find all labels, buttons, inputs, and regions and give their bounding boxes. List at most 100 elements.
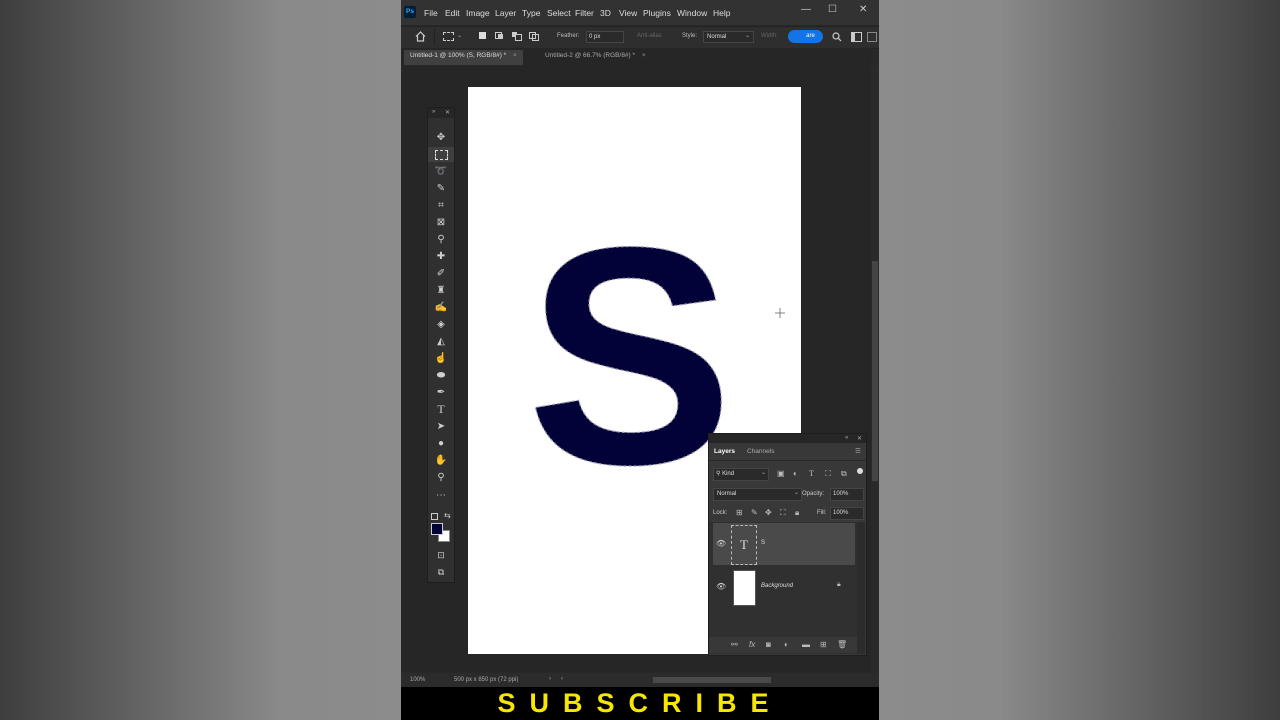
menu-plugins[interactable]: Plugins: [643, 8, 671, 18]
filter-smart-object-icon[interactable]: ⧉: [841, 469, 847, 479]
rect-marquee-icon[interactable]: [428, 147, 454, 162]
frame-icon[interactable]: ⊠: [428, 215, 454, 230]
share-icon[interactable]: [867, 32, 877, 42]
anti-alias-checkbox-label[interactable]: Anti-alias: [637, 33, 662, 39]
chevron-left-icon[interactable]: ‹: [561, 676, 563, 682]
chevron-right-icon[interactable]: ›: [549, 676, 551, 682]
scrollbar-thumb[interactable]: [872, 261, 878, 481]
crop-icon[interactable]: ⌗: [428, 198, 454, 213]
tab-untitled-1[interactable]: Untitled-1 @ 100% (S, RGB/8#) * ×: [404, 50, 523, 65]
move-icon[interactable]: ✥: [428, 130, 454, 145]
menu-layer[interactable]: Layer: [495, 8, 516, 18]
lock-image-icon[interactable]: ✎: [751, 508, 758, 517]
panel-close-icon[interactable]: ✕: [445, 109, 450, 116]
lock-position-icon[interactable]: ✥: [765, 508, 772, 517]
menu-filter[interactable]: Filter: [575, 8, 594, 18]
filter-toggle[interactable]: [857, 468, 863, 474]
layers-scrollbar[interactable]: [857, 522, 865, 654]
minimize-button[interactable]: —: [801, 4, 811, 15]
maximize-button[interactable]: ☐: [828, 4, 837, 15]
menu-image[interactable]: Image: [466, 8, 490, 18]
clone-stamp-icon[interactable]: ♜: [428, 283, 454, 298]
blend-mode-select[interactable]: Normal ⌄: [713, 488, 802, 501]
screen-mode-icon[interactable]: ⧉: [428, 565, 454, 580]
opacity-input[interactable]: 100%: [830, 488, 864, 501]
collapse-icon[interactable]: »: [432, 109, 435, 115]
fx-icon[interactable]: fx: [749, 640, 755, 649]
subtract-selection-icon[interactable]: [512, 32, 522, 41]
path-select-icon[interactable]: ➤: [428, 419, 454, 434]
new-selection-icon[interactable]: [479, 32, 486, 39]
filter-shape-icon[interactable]: ⛶: [825, 469, 831, 479]
horizontal-scrollbar-thumb[interactable]: [653, 677, 771, 683]
tab-close-icon[interactable]: ×: [642, 52, 646, 59]
smudge-icon[interactable]: ☝: [428, 351, 454, 366]
workspace-icon[interactable]: [851, 32, 862, 42]
tab-layers[interactable]: Layers: [714, 448, 735, 455]
eye-icon[interactable]: 👁︎: [716, 582, 726, 591]
layer-row-s[interactable]: 👁︎ T S: [713, 523, 855, 565]
tool-preset-picker[interactable]: ⌄: [434, 29, 462, 44]
trash-icon[interactable]: 🗑︎: [837, 640, 847, 649]
menu-type[interactable]: Type: [522, 8, 540, 18]
letter-s-text[interactable]: S: [526, 181, 734, 529]
foreground-color-swatch[interactable]: [431, 523, 443, 535]
healing-brush-icon[interactable]: ✚: [428, 249, 454, 264]
close-button[interactable]: ✕: [859, 4, 867, 15]
menu-3d[interactable]: 3D: [600, 8, 611, 18]
eyedropper-icon[interactable]: ⚲: [428, 232, 454, 247]
lasso-icon[interactable]: ➰: [428, 164, 454, 179]
lock-transparent-icon[interactable]: ⊞: [736, 508, 743, 517]
filter-kind-select[interactable]: ⚲ Kind ⌄: [713, 468, 769, 481]
dodge-icon[interactable]: ⬬: [428, 368, 454, 383]
tab-channels[interactable]: Channels: [747, 448, 774, 455]
zoom-icon[interactable]: ⚲: [428, 470, 454, 485]
layer-name[interactable]: Background: [761, 583, 793, 589]
more-tools-icon[interactable]: ⋯: [428, 488, 454, 503]
filter-pixel-icon[interactable]: ▣: [777, 469, 785, 478]
fill-input[interactable]: 100%: [830, 507, 864, 520]
menu-window[interactable]: Window: [677, 8, 707, 18]
zoom-level[interactable]: 100%: [410, 677, 425, 683]
add-selection-icon[interactable]: [495, 32, 504, 40]
home-icon[interactable]: [415, 31, 426, 42]
collapse-icon[interactable]: «: [845, 435, 848, 441]
ellipse-icon[interactable]: ●: [428, 436, 454, 451]
default-colors-icon[interactable]: [431, 513, 438, 520]
eraser-icon[interactable]: ◈: [428, 317, 454, 332]
filter-adjustment-icon[interactable]: ◐: [793, 469, 798, 478]
swap-colors-icon[interactable]: ⇆: [444, 511, 451, 520]
pen-icon[interactable]: ✒: [428, 385, 454, 400]
search-icon[interactable]: [832, 32, 842, 42]
select-and-mask-button[interactable]: are: [788, 30, 823, 43]
add-mask-icon[interactable]: ◙: [766, 640, 771, 649]
layer-row-background[interactable]: 👁︎ Background 🔒︎: [713, 566, 855, 608]
intersect-selection-icon[interactable]: [529, 32, 539, 41]
brush-icon[interactable]: ✐: [428, 266, 454, 281]
document-info[interactable]: 500 px x 850 px (72 ppi): [454, 677, 518, 683]
new-group-icon[interactable]: ▬: [802, 640, 810, 649]
filter-type-icon[interactable]: T: [809, 469, 814, 478]
lock-artboard-icon[interactable]: ⛶: [780, 508, 786, 518]
feather-input[interactable]: 0 px: [586, 31, 624, 43]
style-select[interactable]: Normal ⌄: [703, 31, 754, 43]
menu-select[interactable]: Select: [547, 8, 571, 18]
menu-help[interactable]: Help: [713, 8, 730, 18]
hand-icon[interactable]: ✋: [428, 453, 454, 468]
menu-view[interactable]: View: [619, 8, 637, 18]
eye-icon[interactable]: 👁︎: [716, 539, 726, 548]
link-layers-icon[interactable]: ⚯: [731, 640, 738, 649]
paint-bucket-icon[interactable]: ◭: [428, 334, 454, 349]
type-icon[interactable]: T: [428, 402, 454, 417]
tab-untitled-2[interactable]: Untitled-2 @ 66.7% (RGB/8#) * ×: [539, 50, 652, 65]
panel-menu-icon[interactable]: ☰: [855, 447, 861, 455]
menu-edit[interactable]: Edit: [445, 8, 460, 18]
tab-close-icon[interactable]: ×: [513, 52, 517, 59]
new-layer-icon[interactable]: ⊞: [820, 640, 827, 649]
history-brush-icon[interactable]: ✍: [428, 300, 454, 315]
quick-select-icon[interactable]: ✎: [428, 181, 454, 196]
layer-name[interactable]: S: [761, 540, 765, 546]
lock-all-icon[interactable]: 🔒︎: [795, 508, 799, 518]
canvas-vertical-scrollbar[interactable]: [871, 66, 879, 672]
panel-close-icon[interactable]: ✕: [857, 435, 862, 442]
